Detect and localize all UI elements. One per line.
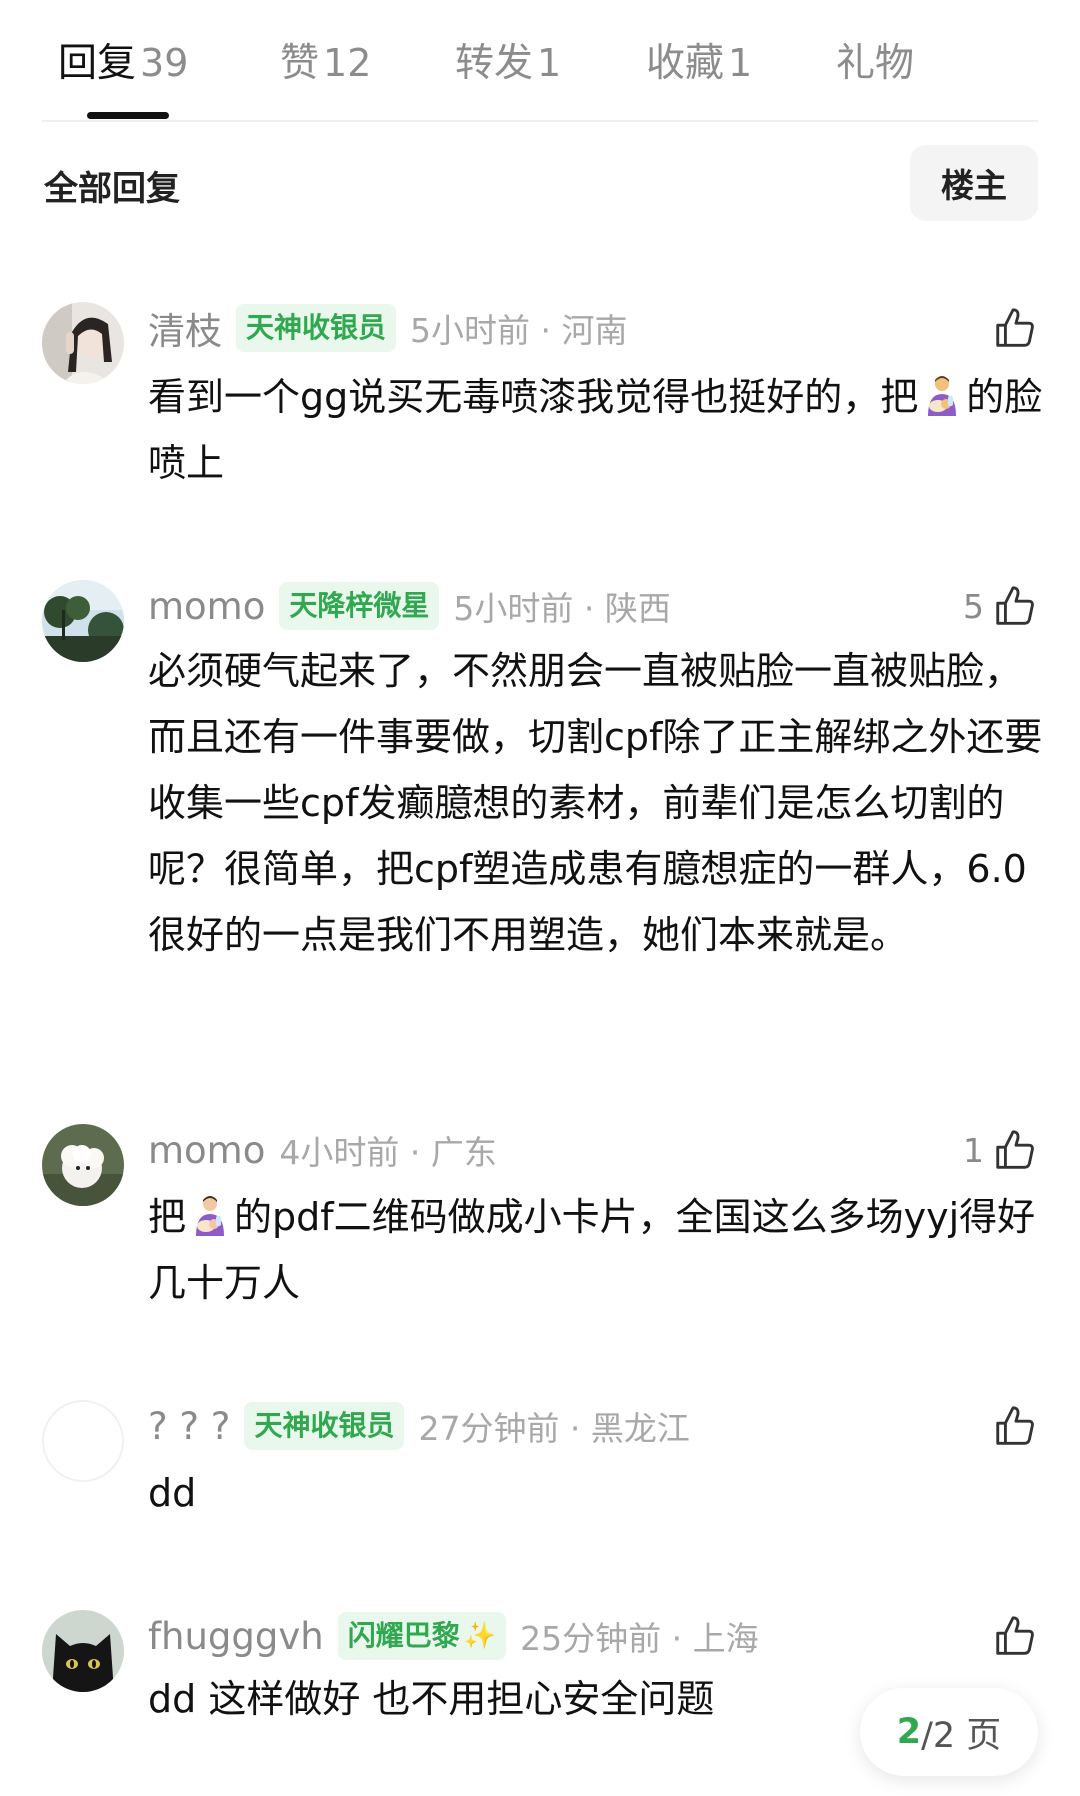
thumbs-up-icon bbox=[996, 1406, 1034, 1445]
timestamp-location: 5小时前 · 陕西 bbox=[453, 589, 671, 628]
sparkles-icon: ✨ bbox=[463, 1621, 497, 1651]
comment-text: 看到一个gg说买无毒喷漆我觉得也挺好的，把 的脸喷上 bbox=[148, 364, 1048, 496]
avatar-landscape-image bbox=[42, 580, 124, 662]
tab-likes-label: 赞 bbox=[280, 41, 320, 86]
avatar[interactable] bbox=[42, 1400, 124, 1482]
thumbs-up-icon bbox=[996, 1130, 1034, 1169]
total-pages: /2 页 bbox=[921, 1715, 1002, 1756]
tab-divider bbox=[42, 120, 1038, 122]
owner-only-button[interactable]: 楼主 bbox=[910, 145, 1038, 221]
avatar-blank-image bbox=[42, 1400, 124, 1482]
username[interactable]: momo bbox=[148, 585, 265, 628]
like-button[interactable] bbox=[992, 303, 1038, 353]
timestamp-location: 25分钟前 · 上海 bbox=[520, 1619, 759, 1658]
thumbs-up-icon bbox=[996, 586, 1034, 625]
comment-text-part: 把 bbox=[148, 1195, 187, 1239]
username[interactable]: ? ? ? bbox=[148, 1405, 230, 1448]
tab-likes-count: 12 bbox=[323, 41, 372, 85]
username[interactable]: 清枝 bbox=[148, 301, 222, 355]
tab-gifts[interactable]: 礼物 bbox=[836, 32, 914, 88]
man-feeding-baby-emoji bbox=[928, 376, 957, 416]
fan-badge[interactable]: 天降梓微星 bbox=[279, 582, 440, 630]
thumbs-up-icon bbox=[996, 308, 1034, 347]
timestamp-location: 27分钟前 · 黑龙江 bbox=[418, 1409, 690, 1448]
tab-bar: 回复 39 赞 12 转发 1 收藏 1 礼物 bbox=[0, 0, 1080, 122]
timestamp-location: 4小时前 · 广东 bbox=[279, 1133, 497, 1172]
tab-favorites[interactable]: 收藏 1 bbox=[646, 32, 752, 88]
like-button[interactable]: 1 bbox=[963, 1125, 1038, 1175]
comment-meta: momo 4小时前 · 广东 bbox=[148, 1125, 497, 1175]
tab-likes[interactable]: 赞 12 bbox=[280, 32, 371, 88]
like-count: 5 bbox=[963, 586, 984, 626]
tab-favorites-count: 1 bbox=[728, 41, 753, 85]
thumbs-up-icon bbox=[996, 1616, 1034, 1655]
man-feeding-baby-emoji bbox=[196, 1196, 225, 1236]
like-button[interactable]: 5 bbox=[963, 581, 1038, 631]
username[interactable]: fhugggvh bbox=[148, 1615, 324, 1658]
timestamp-location: 5小时前 · 河南 bbox=[410, 311, 628, 350]
avatar-black-cat-image bbox=[42, 1610, 124, 1692]
comment-meta: 清枝 天神收银员 5小时前 · 河南 bbox=[148, 303, 627, 353]
fan-badge-label: 闪耀巴黎 bbox=[347, 1619, 460, 1652]
comment-text-part: 的pdf二维码做成小卡片，全国这么多场yyj得好几十万人 bbox=[148, 1195, 1036, 1305]
tab-reposts[interactable]: 转发 1 bbox=[455, 32, 561, 88]
avatar[interactable] bbox=[42, 1610, 124, 1692]
username[interactable]: momo bbox=[148, 1129, 265, 1172]
current-page: 2 bbox=[896, 1712, 922, 1752]
fan-badge[interactable]: 闪耀巴黎 ✨ bbox=[337, 1612, 507, 1660]
comment-text-part: 看到一个gg说买无毒喷漆我觉得也挺好的，把 bbox=[148, 375, 919, 419]
like-button[interactable] bbox=[992, 1611, 1038, 1661]
comment-meta: fhugggvh 闪耀巴黎 ✨ 25分钟前 · 上海 bbox=[148, 1611, 759, 1661]
avatar-sheep-image bbox=[42, 1124, 124, 1206]
tab-replies-label: 回复 bbox=[58, 41, 137, 86]
comment-text: 必须硬气起来了，不然朋会一直被贴脸一直被贴脸，而且还有一件事要做，切割cpf除了… bbox=[148, 649, 1043, 957]
tab-reposts-label: 转发 bbox=[455, 41, 534, 86]
reply-panel: 回复 39 赞 12 转发 1 收藏 1 礼物 全部回复 楼主 清枝 天神收银员… bbox=[0, 0, 1080, 1796]
like-button[interactable] bbox=[992, 1401, 1038, 1451]
tab-replies[interactable]: 回复 39 bbox=[58, 32, 188, 88]
avatar[interactable] bbox=[42, 1124, 124, 1206]
avatar-girl-image bbox=[42, 302, 124, 384]
like-count: 1 bbox=[963, 1130, 984, 1170]
fan-badge[interactable]: 天神收银员 bbox=[244, 1402, 405, 1450]
tab-gifts-label: 礼物 bbox=[836, 41, 915, 86]
comment-meta: ? ? ? 天神收银员 27分钟前 · 黑龙江 bbox=[148, 1401, 690, 1451]
comment-text: dd bbox=[148, 1471, 197, 1515]
tab-replies-count: 39 bbox=[140, 41, 189, 85]
tab-reposts-count: 1 bbox=[537, 41, 562, 85]
page-indicator[interactable]: 2/2 页 bbox=[860, 1688, 1038, 1776]
comment-meta: momo 天降梓微星 5小时前 · 陕西 bbox=[148, 581, 671, 631]
fan-badge[interactable]: 天神收银员 bbox=[236, 304, 397, 352]
avatar[interactable] bbox=[42, 302, 124, 384]
comment-text: 把 的pdf二维码做成小卡片，全国这么多场yyj得好几十万人 bbox=[148, 1184, 1048, 1316]
tab-favorites-label: 收藏 bbox=[646, 41, 725, 86]
avatar[interactable] bbox=[42, 580, 124, 662]
all-replies-title: 全部回复 bbox=[44, 169, 180, 209]
active-tab-indicator bbox=[87, 112, 169, 119]
